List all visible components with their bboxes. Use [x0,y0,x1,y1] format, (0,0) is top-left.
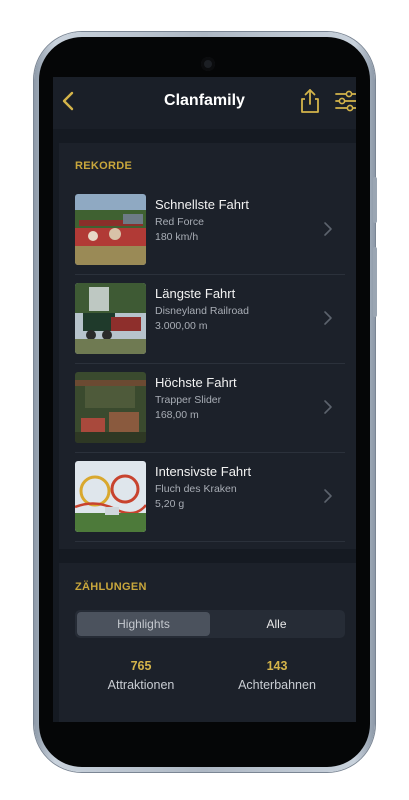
record-ride-name: Fluch des Kraken [155,483,237,495]
power-button [373,247,377,317]
chevron-right-icon [324,222,332,236]
phone-frame: Clanfamily REKORDE Schnellste Fahrt Red … [34,32,377,772]
record-value: 180 km/h [155,231,199,243]
record-value: 5,20 g [155,498,185,510]
record-row-highest[interactable]: Höchste Fahrt Trapper Slider 168,00 m [75,363,345,453]
records-section-title: REKORDE [75,160,133,172]
share-icon [301,89,319,113]
record-ride-name: Trapper Slider [155,394,222,406]
record-value: 168,00 m [155,409,199,421]
record-ride-name: Red Force [155,216,205,228]
record-value: 3.000,00 m [155,320,208,332]
records-card: REKORDE Schnellste Fahrt Red Force 180 k… [59,143,356,549]
chevron-right-icon [324,489,332,503]
coasters-label: Achterbahnen [238,678,316,692]
tab-all[interactable]: Alle [210,612,343,636]
record-title: Schnellste Fahrt [155,197,249,212]
counts-section-title: ZÄHLUNGEN [75,581,147,593]
record-row-intense[interactable]: Intensivste Fahrt Fluch des Kraken 5,20 … [75,452,345,542]
share-button[interactable] [299,87,321,115]
record-ride-name: Disneyland Railroad [155,305,249,317]
chevron-right-icon [324,400,332,414]
record-row-longest[interactable]: Längste Fahrt Disneyland Railroad 3.000,… [75,274,345,364]
record-thumbnail [75,461,146,532]
attractions-count: 765 [130,659,152,673]
record-row-fastest[interactable]: Schnellste Fahrt Red Force 180 km/h [75,185,345,275]
back-button[interactable] [59,89,79,113]
filter-button[interactable] [334,89,356,113]
chevron-right-icon [324,311,332,325]
volume-button [373,177,377,223]
phone-bezel: Clanfamily REKORDE Schnellste Fahrt Red … [39,37,370,767]
sliders-icon [335,90,356,112]
record-thumbnail [75,194,146,265]
record-title: Intensivste Fahrt [155,464,252,479]
record-thumbnail [75,283,146,354]
tab-highlights[interactable]: Highlights [77,612,210,636]
page-title: Clanfamily [164,92,245,109]
attractions-label: Attraktionen [107,678,175,692]
record-title: Höchste Fahrt [155,375,237,390]
front-camera [201,57,215,71]
top-bar: Clanfamily [53,77,356,129]
app-screen: Clanfamily REKORDE Schnellste Fahrt Red … [53,77,356,722]
record-title: Längste Fahrt [155,286,236,301]
counts-segmented-control: Highlights Alle [75,610,345,638]
counts-card: ZÄHLUNGEN Highlights Alle 765 Attraktion… [59,563,356,722]
record-thumbnail [75,372,146,443]
chevron-left-icon [62,91,74,111]
coasters-count: 143 [266,659,288,673]
